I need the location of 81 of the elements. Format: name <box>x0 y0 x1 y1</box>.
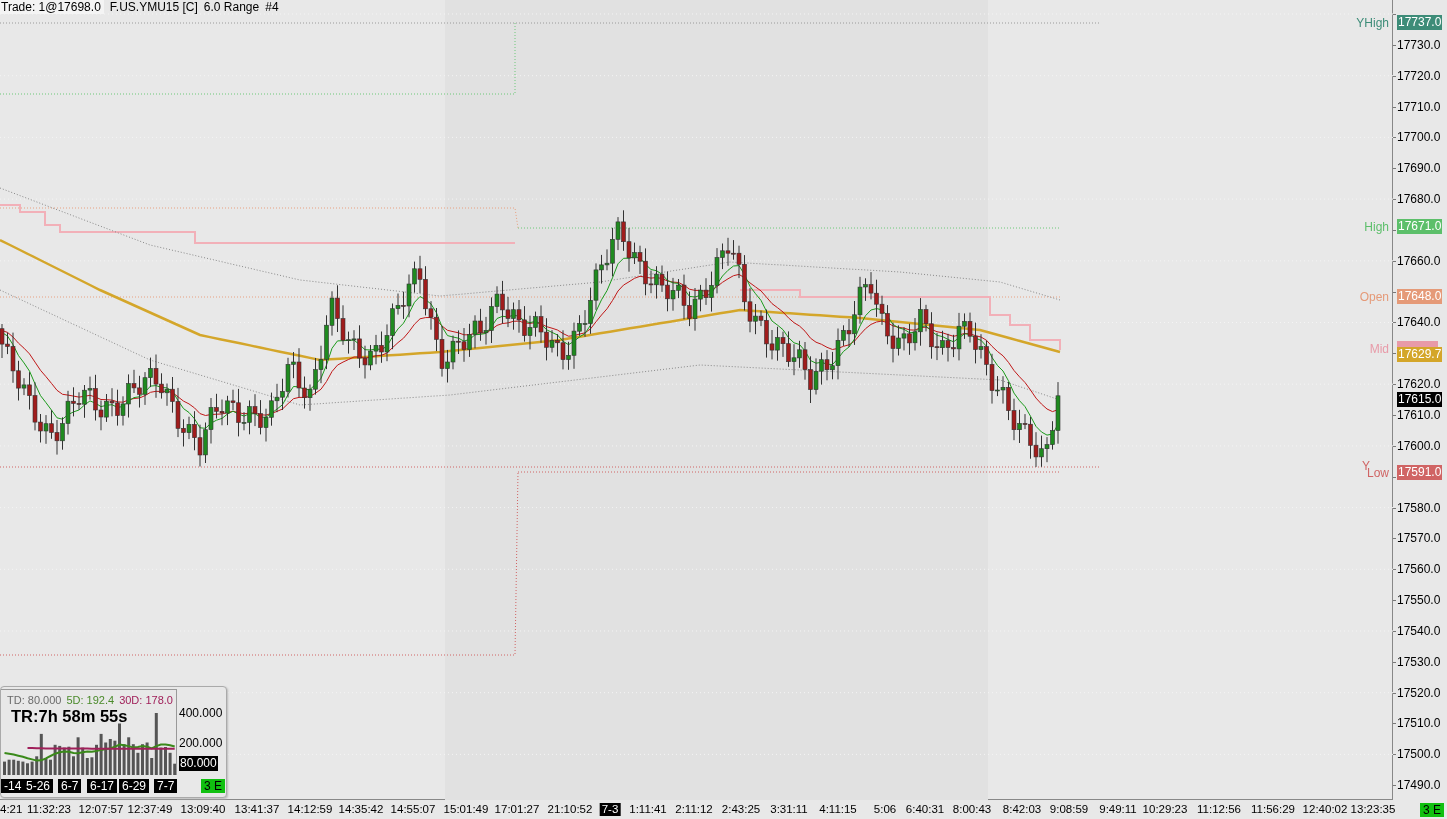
time-label: 2:43:25 <box>721 803 761 816</box>
time-label: 12:37:49 <box>127 803 173 816</box>
time-label: 6:40:31 <box>905 803 945 816</box>
time-label: 9:08:59 <box>1049 803 1089 816</box>
time-label: 10:29:23 <box>1142 803 1188 816</box>
price-tick-label: 17520.0 <box>1397 684 1441 702</box>
time-label: 8:42:03 <box>1002 803 1042 816</box>
price-tag: 17629.7 <box>1397 347 1443 362</box>
price-tick-label: 17560.0 <box>1397 561 1441 579</box>
date-tag: 6-29 <box>119 779 150 793</box>
price-tick-label: 17730.0 <box>1397 36 1441 54</box>
date-tag: -14 <box>1 779 25 793</box>
price-tick-label: 17610.0 <box>1397 407 1441 424</box>
time-label: 14:12:59 <box>287 803 333 816</box>
price-tick-label: 17660.0 <box>1397 252 1441 270</box>
time-label: 17:01:27 <box>494 803 540 816</box>
time-label: 1:11:41 <box>629 803 667 816</box>
price-tick-label: 17710.0 <box>1397 98 1441 116</box>
stat-label: TD: 80.000 <box>7 693 62 708</box>
time-label: 13:09:40 <box>180 803 226 816</box>
price-tick-label: 17570.0 <box>1397 530 1441 548</box>
time-label: 11:56:29 <box>1251 803 1295 816</box>
time-label: 5:06 <box>873 803 897 816</box>
date-tag: 5-26 <box>23 779 54 793</box>
price-tick-label: 17600.0 <box>1397 437 1441 455</box>
axis-label: 200.000 <box>179 737 223 751</box>
level-label: Low <box>1367 466 1389 480</box>
time-label: 9:49:11 <box>1099 803 1137 816</box>
date-tag: 6-7 <box>58 779 82 793</box>
price-tag: 17591.0 <box>1397 465 1443 480</box>
price-tick-label: 17700.0 <box>1397 129 1441 147</box>
level-label: Mid <box>1369 342 1389 356</box>
time-label: 4:11:15 <box>819 803 857 816</box>
time-label: 12:40:02 <box>1302 803 1348 816</box>
price-tick-label: 17640.0 <box>1397 314 1441 332</box>
time-label: 14:35:42 <box>338 803 384 816</box>
date-tag: 6-17 <box>87 779 118 793</box>
trade-info: Trade: 1@17698.0 <box>0 0 104 14</box>
time-label: 8:00:43 <box>952 803 992 816</box>
price-tick-label: 17680.0 <box>1397 191 1441 209</box>
time-label: 15:01:49 <box>443 803 489 816</box>
symbol-label: F.US.YMU15 [C] <box>109 0 198 14</box>
price-tag: 17648.0 <box>1397 289 1443 304</box>
time-label: 14:55:07 <box>390 803 436 816</box>
price-tick-label: 17500.0 <box>1397 746 1441 764</box>
price-tag: 17671.0 <box>1397 219 1443 234</box>
price-tag: 17737.0 <box>1397 15 1443 30</box>
level-label: YHigh <box>1356 16 1389 30</box>
time-label: 3:31:11 <box>770 803 808 816</box>
price-tick-label: 17550.0 <box>1397 592 1441 610</box>
axis-label: 400.000 <box>179 706 223 720</box>
price-tick-label: 17510.0 <box>1397 715 1441 733</box>
price-tick-label: 17540.0 <box>1397 622 1441 640</box>
level-label: High <box>1364 220 1389 234</box>
level-label: Open <box>1359 290 1389 304</box>
price-tick-label: 17690.0 <box>1397 160 1441 178</box>
time-label: 4:21 <box>0 803 23 816</box>
date-tag: 7-7 <box>154 779 178 793</box>
price-tick-label: 17490.0 <box>1397 777 1441 795</box>
stat-label: 5D: 192.4 <box>66 693 115 708</box>
stat-label: 30D: 178.0 <box>119 693 173 708</box>
level-prefix: Y <box>1362 460 1370 472</box>
date-marker: 7-3 <box>599 803 621 816</box>
price-tick-label: 17580.0 <box>1397 499 1441 517</box>
current-value-tag: 80.000 <box>179 756 218 771</box>
time-label: 13:23:35 <box>1350 803 1396 816</box>
time-label: 13:41:37 <box>234 803 280 816</box>
chart-number: #4 <box>265 0 279 14</box>
status-badge: 3 E <box>1420 803 1444 817</box>
price-tick-label: 17530.0 <box>1397 653 1441 671</box>
status-badge: 3 E <box>201 779 225 793</box>
price-tick-label: 17720.0 <box>1397 67 1441 85</box>
price-tag: 17615.0 <box>1397 392 1443 407</box>
time-label: 21:10:52 <box>547 803 593 816</box>
bar-type-label: 6.0 Range <box>203 0 260 14</box>
time-label: 11:32:23 <box>27 803 71 816</box>
price-tick-label: 17620.0 <box>1397 376 1441 394</box>
time-label: 12:07:57 <box>78 803 124 816</box>
timer-label: TR:7h 58m 55s <box>11 707 128 725</box>
time-label: 2:11:12 <box>675 803 713 816</box>
time-label: 11:12:56 <box>1197 803 1241 816</box>
